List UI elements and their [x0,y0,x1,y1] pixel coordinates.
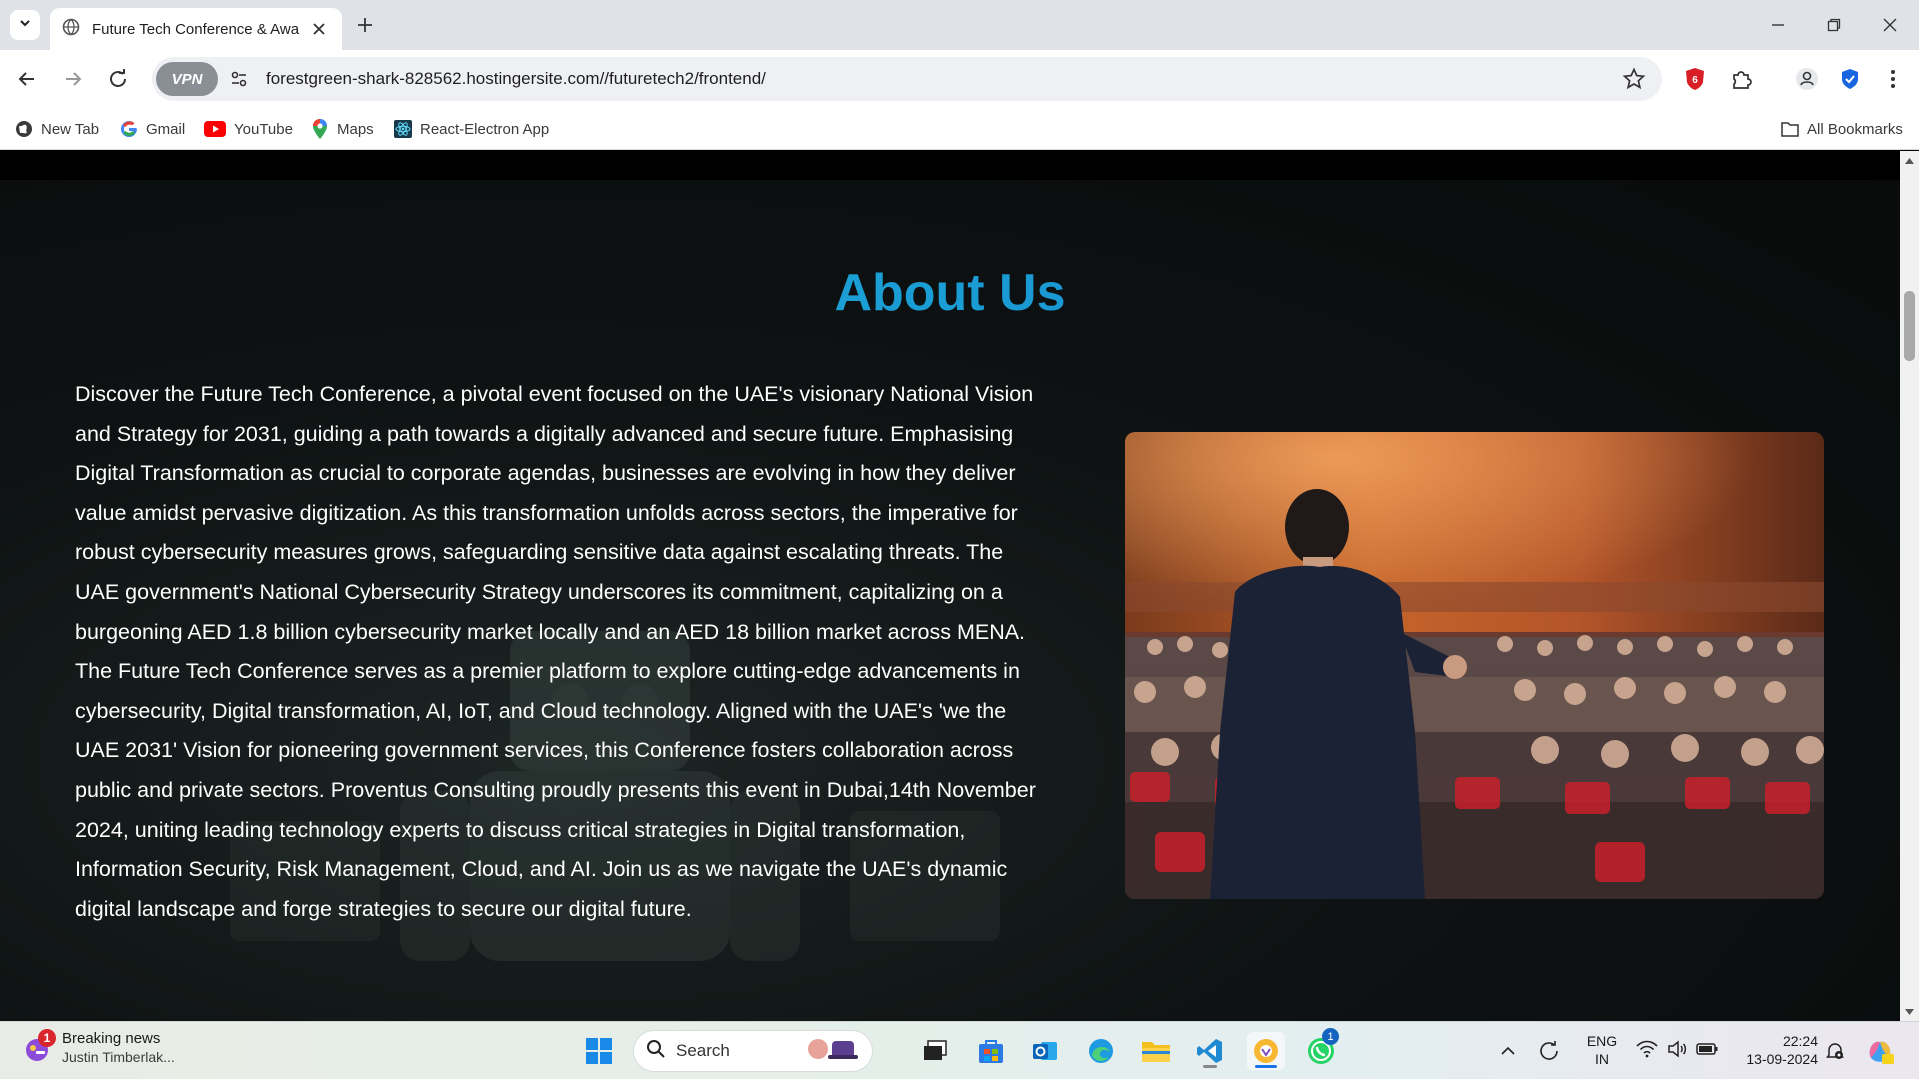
scroll-down-arrow-icon[interactable] [1904,1006,1915,1017]
whatsapp-badge: 1 [1322,1028,1339,1045]
forward-button[interactable] [57,63,89,95]
page-scrollbar[interactable] [1900,151,1919,1021]
taskbar-search[interactable]: Search [633,1030,873,1072]
shield-extension-icon[interactable] [1836,65,1864,93]
language-code: ENG [1586,1033,1618,1049]
all-bookmarks-label: All Bookmarks [1807,120,1903,138]
profile-avatar-icon[interactable] [1793,65,1821,93]
news-subtitle: Justin Timberlak... [62,1049,175,1065]
news-title: Breaking news [62,1030,161,1047]
battery-icon [1695,1042,1718,1061]
notification-settings-icon[interactable] [1820,1032,1850,1070]
copilot-icon[interactable] [1860,1032,1900,1070]
bookmark-label: Gmail [146,120,186,138]
vpn-badge[interactable]: VPN [156,62,218,96]
address-bar[interactable]: VPN forestgreen-shark-828562.hostingersi… [152,57,1662,101]
bookmark-gmail[interactable]: Gmail [120,117,185,141]
search-label: Search [676,1041,730,1060]
news-icon: 1 [22,1028,56,1063]
close-window-button[interactable] [1862,0,1918,50]
back-button[interactable] [11,63,43,95]
site-header-strip [0,151,1900,180]
reload-button[interactable] [102,63,134,95]
about-paragraph-1: Discover the Future Tech Conference, a p… [75,382,1034,644]
tab-close-button[interactable] [308,18,330,40]
bookmark-star-icon[interactable] [1622,67,1646,96]
language-region: IN [1595,1051,1609,1067]
folder-icon [1781,120,1799,138]
bookmark-youtube[interactable]: YouTube [204,117,293,141]
minimize-button[interactable] [1750,0,1806,50]
active-indicator [1203,1065,1217,1068]
youtube-icon [204,120,226,138]
about-us-heading: About Us [0,263,1900,323]
clock[interactable]: 22:24 13-09-2024 [1738,1032,1818,1068]
news-widget[interactable]: 1 Breaking news Justin Timberlak... [22,1028,175,1065]
clock-time: 22:24 [1782,1033,1818,1049]
tab-strip: Future Tech Conference & Awa [0,0,1919,50]
windows-taskbar: 1 Breaking news Justin Timberlak... Sear… [0,1021,1919,1079]
language-indicator[interactable]: ENG IN [1585,1032,1619,1068]
page-viewport: About Us Discover the Future Tech Confer… [0,151,1900,1021]
sync-icon[interactable] [1534,1032,1564,1070]
volume-icon [1667,1039,1687,1063]
wifi-icon [1636,1040,1658,1063]
active-indicator [1255,1065,1277,1068]
search-icon [646,1039,666,1064]
new-tab-button[interactable] [352,12,378,38]
conference-speaker-photo [1125,432,1824,899]
globe-icon [15,120,33,138]
react-atom-icon [394,120,412,138]
system-tray-status[interactable] [1632,1032,1722,1070]
restore-button[interactable] [1806,0,1862,50]
tab-search-button[interactable] [10,10,40,40]
extensions-puzzle-icon[interactable] [1727,65,1755,93]
vpn-browser-icon[interactable] [1247,1032,1285,1070]
file-explorer-icon[interactable] [1137,1032,1175,1070]
bookmark-maps[interactable]: Maps [311,117,374,141]
scroll-thumb[interactable] [1904,291,1915,361]
about-paragraph-2: The Future Tech Conference serves as a p… [75,659,1036,921]
clock-date: 13-09-2024 [1746,1051,1818,1067]
edge-browser-icon[interactable] [1082,1032,1120,1070]
chevron-down-icon [18,16,32,35]
windows-start-icon[interactable] [580,1032,618,1070]
about-us-text: Discover the Future Tech Conference, a p… [75,375,1045,929]
tab-title: Future Tech Conference & Awa [92,20,300,38]
bookmark-label: New Tab [41,120,100,138]
bookmark-label: React-Electron App [420,120,550,138]
bookmark-label: Maps [337,120,374,138]
bookmark-label: YouTube [234,120,293,138]
scroll-up-arrow-icon[interactable] [1904,155,1915,166]
site-info-icon[interactable] [222,62,256,96]
google-icon [120,120,138,138]
browser-toolbar: VPN forestgreen-shark-828562.hostingersi… [0,50,1919,108]
vscode-icon[interactable] [1191,1032,1229,1070]
bookmarks-bar: New Tab Gmail YouTube Maps React-Electro… [0,108,1919,150]
bookmark-new-tab[interactable]: New Tab [15,117,99,141]
svg-text:6: 6 [1692,75,1698,86]
search-highlight-icon [804,1035,860,1068]
task-view-icon[interactable] [916,1032,954,1070]
show-hidden-icons-chevron-icon[interactable] [1496,1032,1520,1070]
tab-active[interactable]: Future Tech Conference & Awa [50,8,342,50]
globe-icon [62,18,80,41]
whatsapp-icon[interactable]: 1 [1302,1028,1340,1070]
news-badge: 1 [38,1028,56,1047]
all-bookmarks-button[interactable]: All Bookmarks [1781,117,1903,141]
ublock-extension-icon[interactable]: 6 [1681,65,1709,93]
maps-pin-icon [311,119,329,139]
microsoft-store-icon[interactable] [972,1032,1010,1070]
menu-kebab-icon[interactable] [1879,65,1907,93]
url-text[interactable]: forestgreen-shark-828562.hostingersite.c… [266,69,766,89]
outlook-icon[interactable] [1026,1032,1064,1070]
bookmark-react-electron[interactable]: React-Electron App [394,117,549,141]
